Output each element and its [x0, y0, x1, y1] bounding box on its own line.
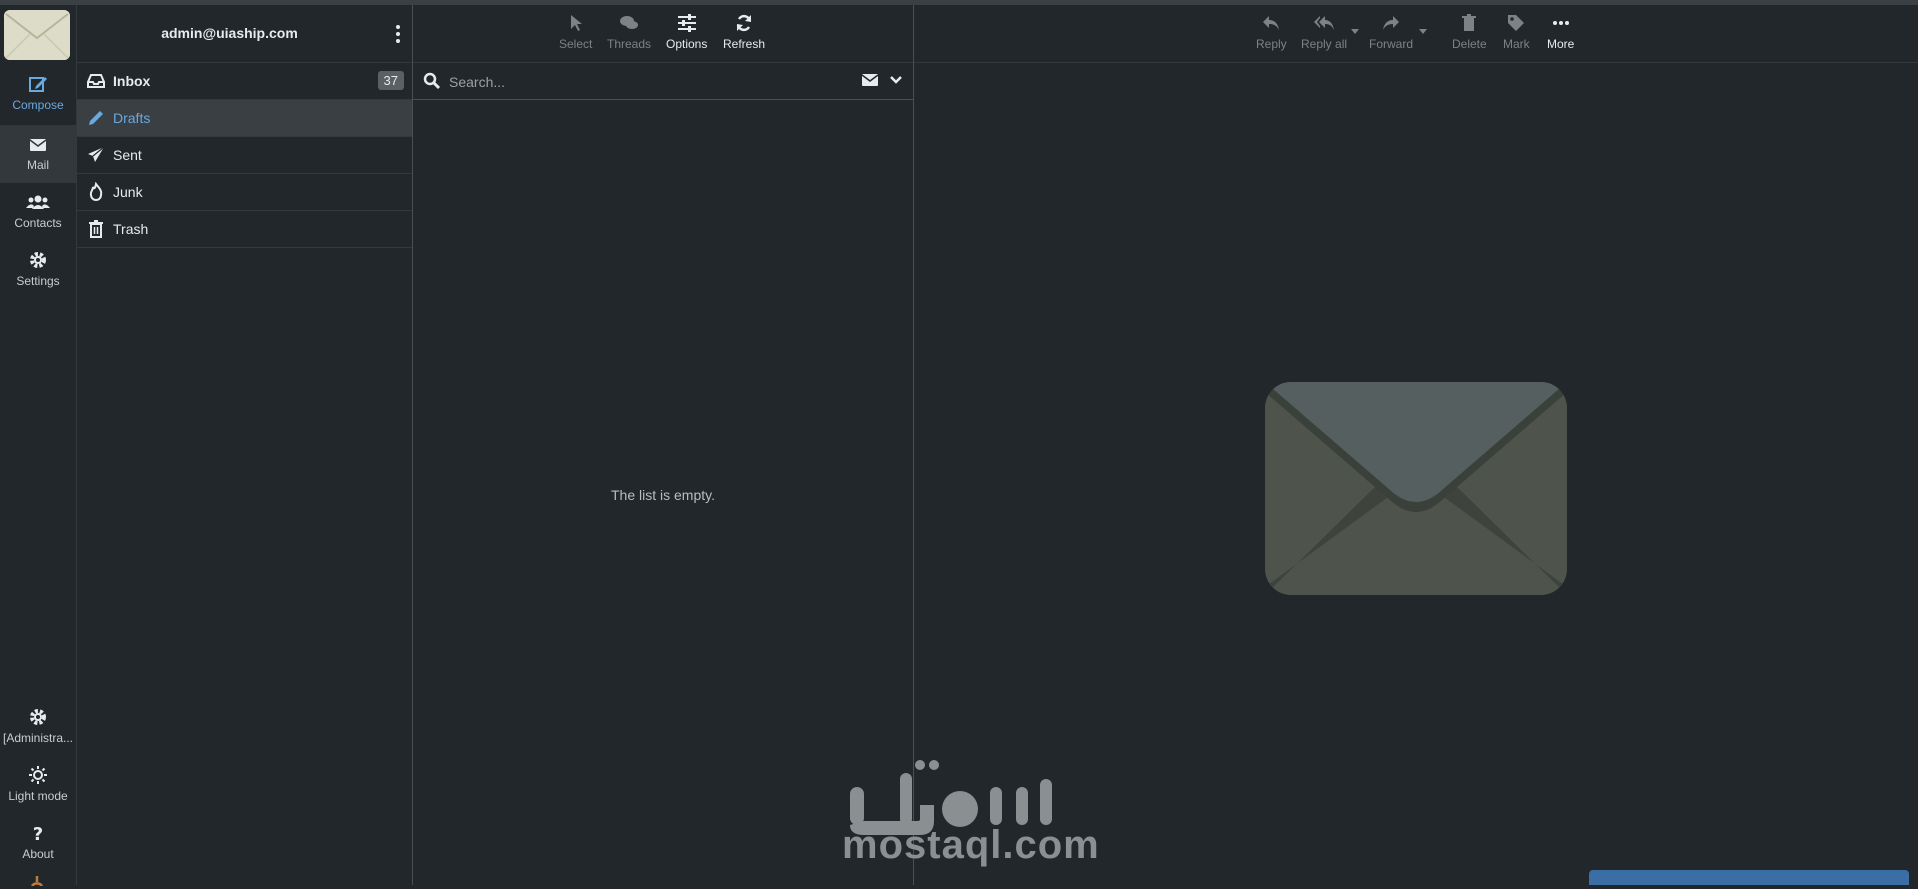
comments-icon — [607, 13, 651, 35]
folder-label: Drafts — [113, 110, 151, 126]
tag-icon — [1503, 13, 1530, 35]
compose-label: Compose — [12, 98, 64, 112]
users-icon — [0, 191, 76, 213]
refresh-icon — [723, 13, 765, 35]
folder-label: Inbox — [113, 73, 151, 89]
folder-panel-header: admin@uiaship.com — [77, 5, 412, 63]
kebab-menu-icon[interactable] — [394, 25, 402, 43]
settings-button[interactable]: Settings — [0, 241, 76, 299]
delete-button[interactable]: Delete — [1452, 13, 1487, 51]
empty-envelope-illustration — [1265, 382, 1567, 595]
sliders-icon — [666, 13, 707, 35]
select-label: Select — [559, 37, 593, 51]
folder-sent[interactable]: Sent — [77, 137, 412, 174]
administration-button[interactable]: [Administra... — [0, 698, 76, 756]
nav-rail: Compose Mail Contacts Settings [Administ… — [0, 5, 77, 887]
paper-plane-icon — [86, 145, 106, 165]
list-toolbar: Select Threads Options Refresh — [413, 5, 913, 63]
select-button[interactable]: Select — [559, 13, 592, 51]
account-email: admin@uiaship.com — [161, 25, 298, 41]
reply-all-label: Reply all — [1301, 37, 1348, 51]
gear-icon — [0, 249, 76, 271]
reply-icon — [1256, 13, 1287, 35]
forward-label: Forward — [1369, 37, 1414, 51]
message-toolbar: Reply Reply all Forward Delete Mark More — [914, 5, 1918, 63]
sun-icon — [0, 764, 76, 786]
options-label: Options — [666, 37, 708, 51]
about-label: About — [22, 847, 54, 861]
threads-label: Threads — [607, 37, 652, 51]
watermark-text: mostaql.com — [842, 823, 1100, 867]
mail-label: Mail — [26, 158, 49, 172]
envelope-logo-icon — [4, 10, 70, 60]
compose-icon — [0, 73, 76, 95]
chevron-down-icon[interactable] — [889, 73, 903, 87]
trash-icon — [1452, 13, 1487, 35]
mark-button[interactable]: Mark — [1503, 13, 1530, 51]
reply-label: Reply — [1256, 37, 1287, 51]
envelope-icon — [1265, 382, 1567, 595]
contacts-button[interactable]: Contacts — [0, 183, 76, 241]
search-icon — [423, 72, 441, 90]
reply-all-dropdown-icon[interactable] — [1351, 29, 1359, 34]
contacts-label: Contacts — [14, 216, 62, 230]
about-button[interactable]: ? About — [0, 814, 76, 872]
more-label: More — [1547, 37, 1575, 51]
light-mode-button[interactable]: Light mode — [0, 756, 76, 814]
envelope-icon — [0, 133, 76, 155]
folder-panel: admin@uiaship.com Inbox 37 Drafts Sent J… — [77, 5, 413, 885]
threads-button[interactable]: Threads — [607, 13, 651, 51]
compose-button[interactable]: Compose — [0, 65, 76, 123]
reply-all-button[interactable]: Reply all — [1301, 13, 1347, 51]
folder-drafts[interactable]: Drafts — [77, 100, 412, 137]
mail-button[interactable]: Mail — [0, 125, 76, 183]
more-button[interactable]: More — [1547, 13, 1574, 51]
mark-label: Mark — [1503, 37, 1530, 51]
message-preview-panel: Reply Reply all Forward Delete Mark More — [914, 5, 1918, 885]
light-mode-label: Light mode — [8, 789, 68, 803]
settings-label: Settings — [16, 274, 60, 288]
folder-trash[interactable]: Trash — [77, 211, 412, 248]
options-button[interactable]: Options — [666, 13, 707, 51]
folder-label: Sent — [113, 147, 142, 163]
chat-widget-tab[interactable] — [1589, 870, 1909, 885]
pointer-icon — [559, 13, 592, 35]
inbox-icon — [86, 71, 106, 91]
folder-inbox[interactable]: Inbox 37 — [77, 63, 412, 100]
reply-button[interactable]: Reply — [1256, 13, 1287, 51]
folder-junk[interactable]: Junk — [77, 174, 412, 211]
envelope-filter-icon[interactable] — [861, 73, 879, 87]
trash-icon — [86, 219, 106, 239]
forward-icon — [1369, 13, 1413, 35]
refresh-label: Refresh — [723, 37, 766, 51]
forward-button[interactable]: Forward — [1369, 13, 1413, 51]
refresh-button[interactable]: Refresh — [723, 13, 765, 51]
search-bar — [413, 63, 913, 100]
message-list-panel: Select Threads Options Refresh Search...… — [413, 5, 914, 885]
forward-dropdown-icon[interactable] — [1419, 29, 1427, 34]
svg-text:?: ? — [33, 824, 43, 844]
fire-icon — [86, 181, 106, 202]
search-input[interactable] — [447, 69, 851, 95]
folder-label: Junk — [113, 184, 143, 200]
empty-list-message: The list is empty. — [611, 487, 715, 503]
reply-all-icon — [1301, 13, 1347, 35]
logout-icon[interactable] — [29, 873, 45, 887]
pencil-icon — [86, 108, 106, 128]
ellipsis-icon — [1547, 13, 1574, 35]
gear-icon — [0, 706, 76, 728]
delete-label: Delete — [1452, 37, 1487, 51]
app-logo[interactable] — [4, 10, 70, 60]
administration-label: [Administra... — [2, 731, 74, 745]
unread-count-badge: 37 — [377, 71, 404, 90]
folder-label: Trash — [113, 221, 149, 237]
question-icon: ? — [0, 822, 76, 845]
